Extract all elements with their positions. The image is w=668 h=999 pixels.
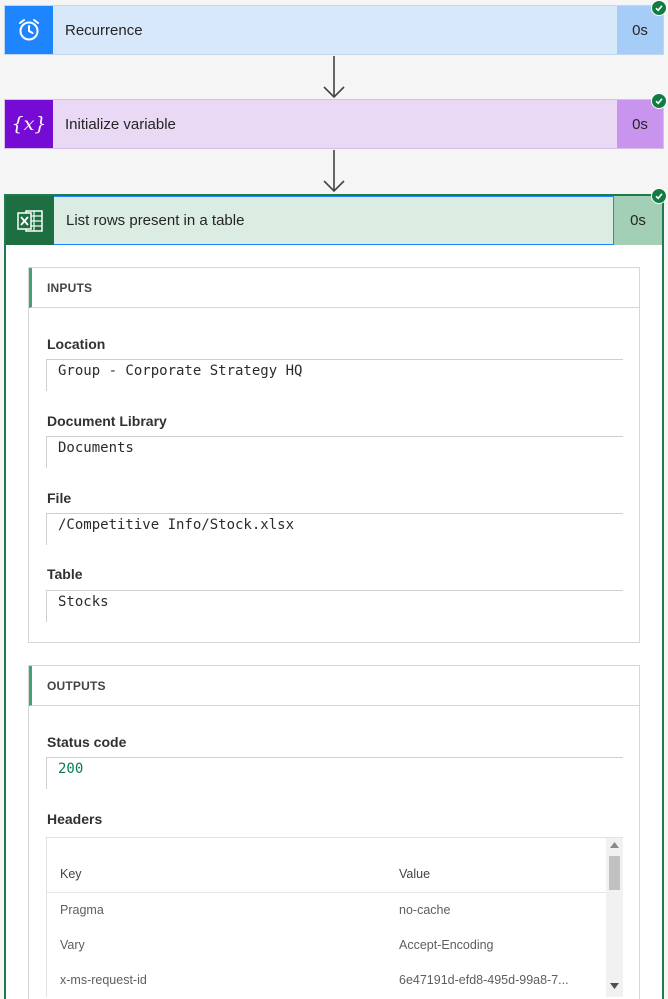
header-key: Vary bbox=[60, 937, 85, 952]
alarm-clock-icon bbox=[5, 6, 53, 54]
header-value: Accept-Encoding bbox=[399, 937, 494, 952]
table-row: Pragma no-cache bbox=[47, 892, 607, 927]
location-label: Location bbox=[47, 336, 106, 352]
header-value: no-cache bbox=[399, 902, 451, 917]
svg-text:{x}: {x} bbox=[12, 113, 46, 135]
location-value: Group - Corporate Strategy HQ bbox=[46, 359, 623, 391]
value-column-header: Value bbox=[399, 866, 431, 881]
table-value: Stocks bbox=[46, 590, 623, 622]
initialize-variable-step[interactable]: {x} Initialize variable 0s bbox=[4, 99, 664, 149]
inputs-heading: INPUTS bbox=[29, 268, 639, 308]
scrollbar-thumb[interactable] bbox=[609, 856, 620, 890]
status-code-value: 200 bbox=[46, 757, 623, 789]
scroll-up-icon[interactable] bbox=[610, 842, 619, 848]
recurrence-step[interactable]: Recurrence 0s bbox=[4, 5, 664, 55]
header-key: Pragma bbox=[60, 902, 104, 917]
key-column-header: Key bbox=[60, 866, 82, 881]
variable-icon: {x} bbox=[5, 100, 53, 148]
arrow-down-icon bbox=[322, 150, 346, 198]
excel-icon bbox=[6, 196, 54, 245]
headers-table[interactable]: Key Value Pragma no-cache Vary Accept-En… bbox=[46, 837, 623, 997]
step-duration: 0s bbox=[614, 196, 662, 245]
headers-label: Headers bbox=[47, 811, 103, 827]
table-row: x-ms-request-id 6e47191d-efd8-495d-99a8-… bbox=[47, 962, 607, 997]
success-check-icon bbox=[651, 0, 667, 16]
table-label: Table bbox=[47, 566, 83, 582]
header-key: x-ms-request-id bbox=[60, 972, 147, 987]
success-check-icon bbox=[651, 93, 667, 109]
headers-table-header: Key Value bbox=[47, 856, 607, 891]
outputs-section: OUTPUTS Status code 200 Headers Key Valu… bbox=[28, 665, 640, 999]
step-title: Recurrence bbox=[65, 21, 143, 39]
document-library-value: Documents bbox=[46, 436, 623, 468]
headers-scrollbar[interactable] bbox=[606, 838, 623, 997]
inputs-section: INPUTS Location Group - Corporate Strate… bbox=[28, 267, 640, 643]
header-value: 6e47191d-efd8-495d-99a8-7... bbox=[399, 972, 569, 987]
arrow-down-icon bbox=[322, 56, 346, 104]
file-value: /Competitive Info/Stock.xlsx bbox=[46, 513, 623, 545]
document-library-label: Document Library bbox=[47, 413, 167, 429]
scroll-down-icon[interactable] bbox=[610, 983, 619, 989]
outputs-heading: OUTPUTS bbox=[29, 666, 639, 706]
file-label: File bbox=[47, 490, 72, 506]
table-row: Vary Accept-Encoding bbox=[47, 927, 607, 962]
status-code-label: Status code bbox=[47, 734, 127, 750]
step-title: Initialize variable bbox=[65, 115, 176, 133]
step-title: List rows present in a table bbox=[54, 196, 614, 245]
success-check-icon bbox=[651, 188, 667, 204]
list-rows-step-header[interactable]: List rows present in a table 0s bbox=[6, 196, 662, 245]
list-rows-step-card: List rows present in a table 0s INPUTS L… bbox=[4, 194, 664, 999]
